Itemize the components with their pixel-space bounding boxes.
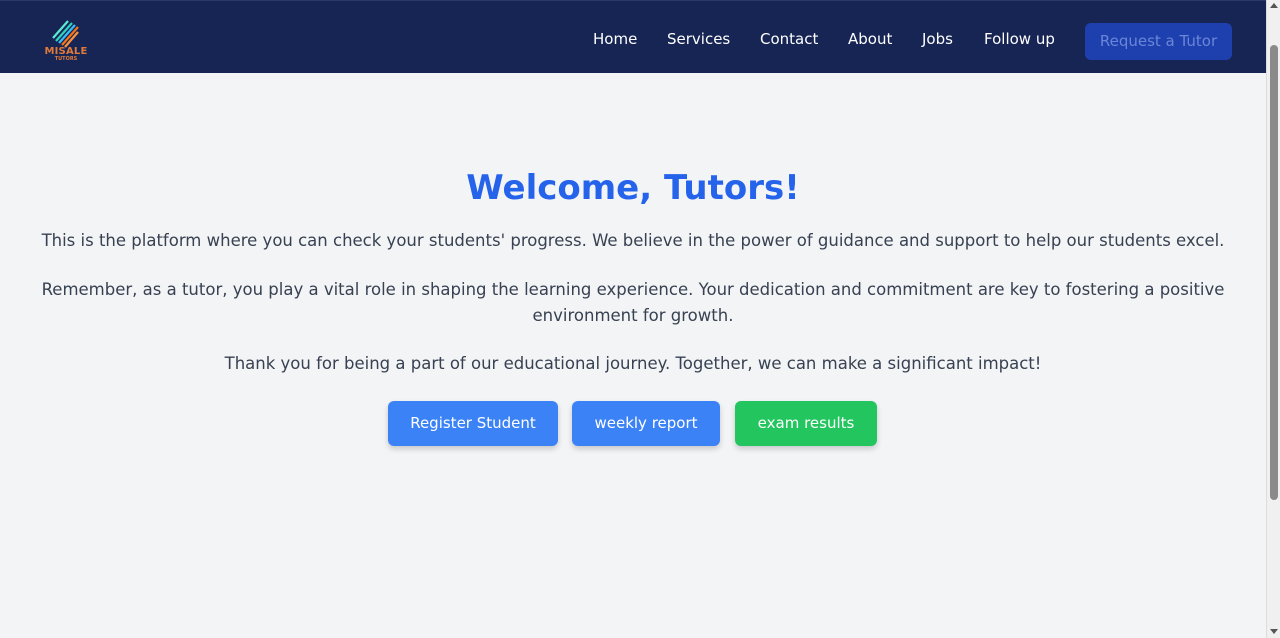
nav-about[interactable]: About [848, 30, 892, 48]
navbar: MISALE TUTORS Home Services Contact Abou… [0, 0, 1266, 73]
page-title: Welcome, Tutors! [466, 168, 800, 208]
nav-services[interactable]: Services [667, 30, 730, 48]
scrollbar[interactable] [1266, 0, 1280, 638]
register-student-button[interactable]: Register Student [388, 401, 558, 446]
role-paragraph: Remember, as a tutor, you play a vital r… [41, 280, 1225, 325]
logo-subtitle: TUTORS [54, 56, 78, 62]
scrollbar-thumb[interactable] [1270, 45, 1278, 500]
exam-results-button[interactable]: exam results [735, 401, 877, 446]
nav-contact[interactable]: Contact [760, 30, 818, 48]
intro-paragraph: This is the platform where you can check… [41, 231, 1225, 250]
thanks-paragraph: Thank you for being a part of our educat… [224, 354, 1042, 373]
weekly-report-button[interactable]: weekly report [572, 401, 720, 446]
request-tutor-button[interactable]: Request a Tutor [1085, 23, 1232, 60]
nav-follow-up[interactable]: Follow up [984, 30, 1055, 48]
main-content: Welcome, Tutors! This is the platform wh… [0, 73, 1266, 638]
scroll-up-arrow-icon[interactable] [1270, 3, 1278, 8]
nav-jobs[interactable]: Jobs [922, 30, 953, 48]
nav-home[interactable]: Home [593, 30, 637, 48]
nav-links: Home Services Contact About Jobs Follow … [0, 30, 1266, 50]
scroll-down-arrow-icon[interactable] [1270, 629, 1278, 634]
